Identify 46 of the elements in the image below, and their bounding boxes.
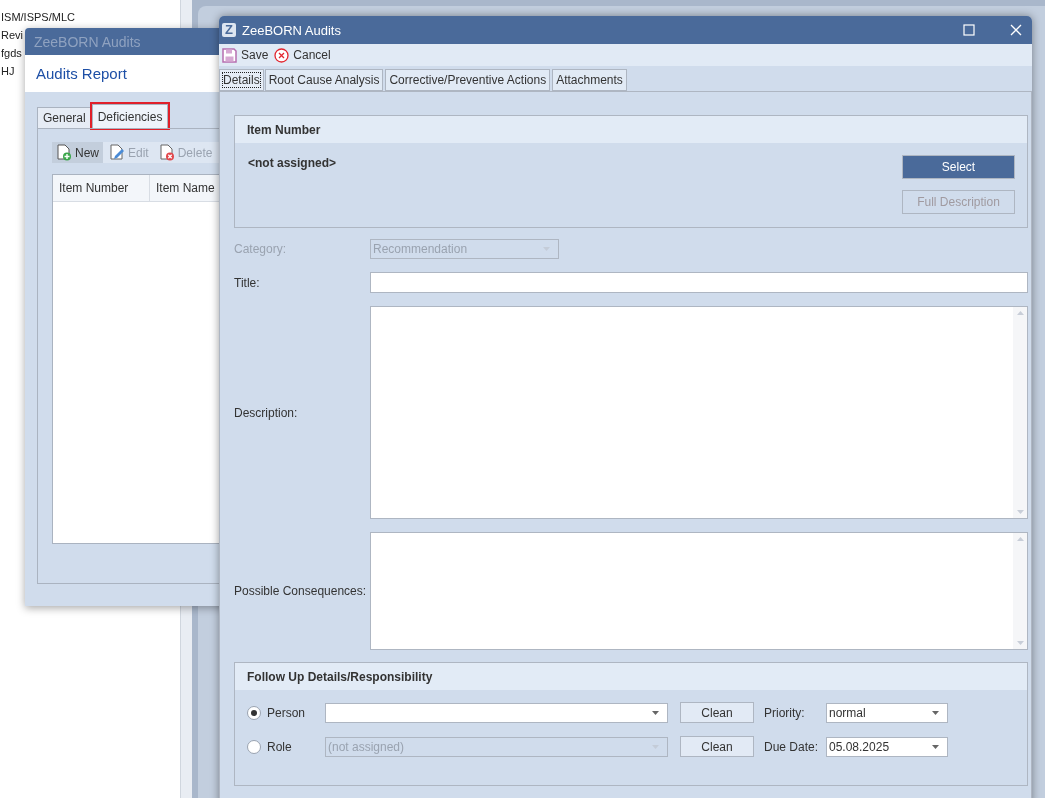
scroll-down-icon[interactable]: [1016, 510, 1024, 514]
list-item[interactable]: ISM/ISPS/MLC: [0, 8, 75, 26]
scroll-down-icon[interactable]: [1016, 641, 1024, 645]
caret-icon: [652, 710, 659, 715]
tab[interactable]: Corrective/Preventive Actions: [385, 69, 551, 91]
list-item[interactable]: fgds: [0, 44, 22, 62]
caret-icon: [932, 710, 939, 715]
app-logo: Z: [222, 23, 236, 37]
text-area[interactable]: [370, 532, 1028, 650]
toolbar-button[interactable]: New: [52, 142, 103, 163]
tab[interactable]: Attachments: [552, 69, 627, 91]
field-label: Category:: [234, 242, 287, 256]
maximize-icon[interactable]: [963, 24, 975, 36]
field-label: Due Date:: [763, 739, 820, 754]
field-label: Possible Consequences:: [234, 584, 367, 598]
field-label: Priority:: [763, 705, 806, 720]
scrollbar[interactable]: [1013, 307, 1027, 518]
edit-document-icon: [109, 144, 125, 161]
column-header[interactable]: Item Number: [53, 175, 150, 201]
item-number-value: <not assigned>: [248, 156, 337, 170]
tab[interactable]: General: [37, 107, 92, 128]
new-document-icon: [56, 144, 72, 161]
report-heading: Audits Report: [36, 65, 127, 82]
field-label: Description:: [234, 405, 298, 420]
clean-button[interactable]: Clean: [680, 702, 754, 723]
input-field[interactable]: [370, 272, 1028, 293]
tab[interactable]: Deficiencies: [91, 104, 169, 128]
delete-document-icon: [158, 144, 175, 161]
radio-button[interactable]: Person: [247, 702, 306, 723]
scrollbar[interactable]: [1013, 533, 1027, 649]
action-button[interactable]: Select: [902, 155, 1015, 179]
list-item[interactable]: Revi: [0, 26, 23, 44]
scroll-up-icon[interactable]: [1016, 537, 1024, 541]
field-label: Title:: [234, 275, 260, 290]
dropdown-field[interactable]: [325, 702, 668, 723]
caret-icon: [932, 744, 939, 749]
scroll-up-icon[interactable]: [1016, 311, 1024, 315]
tab[interactable]: Root Cause Analysis: [264, 69, 384, 91]
dropdown-field[interactable]: normal: [826, 702, 948, 723]
group-heading: Item Number: [247, 122, 321, 137]
close-icon[interactable]: [1010, 24, 1022, 36]
cancel-icon: [274, 47, 290, 63]
group-heading: Follow Up Details/Responsibility: [247, 669, 433, 684]
text-area[interactable]: [370, 306, 1028, 519]
tab[interactable]: Details: [219, 69, 264, 91]
list-item[interactable]: HJ: [0, 62, 15, 80]
